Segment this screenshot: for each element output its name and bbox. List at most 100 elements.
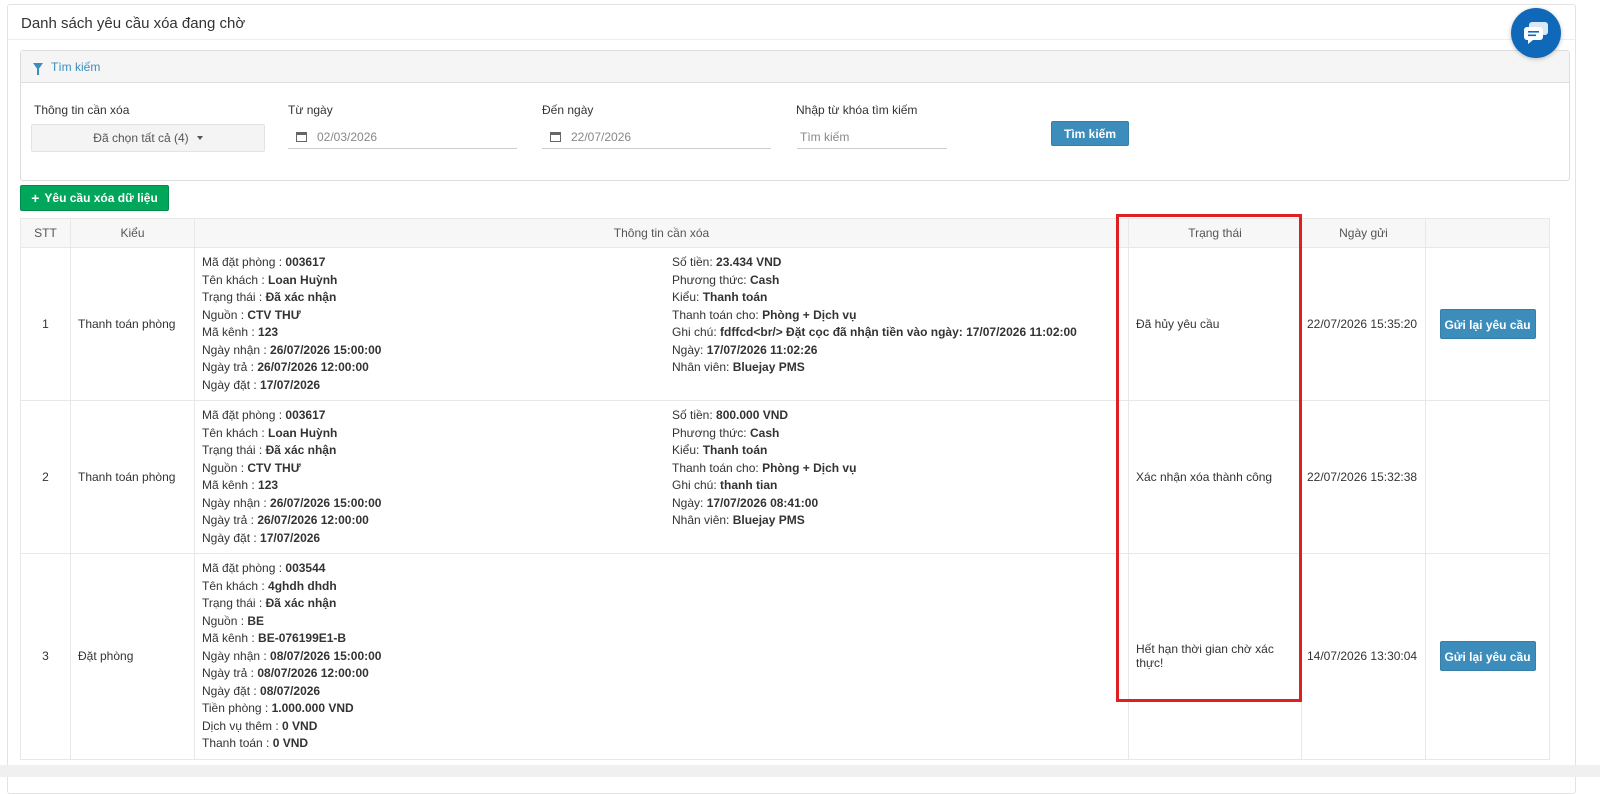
detail-key: Ngày trả : xyxy=(202,513,258,527)
detail-key: Trạng thái : xyxy=(202,596,266,610)
detail-key: Ngày đặt : xyxy=(202,683,261,698)
row-sent-date: 22/07/2026 15:32:38 xyxy=(1301,400,1426,554)
detail-value: 0 VND xyxy=(272,736,309,750)
detail-key: Thanh toán cho: xyxy=(672,460,763,475)
detail-line: Ngày trả : 26/07/2026 12:00:00 xyxy=(202,512,672,530)
add-delete-request-label: Yêu cầu xóa dữ liệu xyxy=(44,191,158,205)
chat-button[interactable] xyxy=(1511,8,1561,58)
row-kind: Thanh toán phòng xyxy=(70,247,195,401)
detail-line: Mã kênh : BE-076199E1-B xyxy=(202,630,672,648)
payment-details xyxy=(672,560,1121,753)
header-info: Thông tin cần xóa xyxy=(194,218,1129,248)
row-info: Mã đặt phòng : 003617 Tên khách : Loan Hu… xyxy=(194,247,1129,401)
detail-value: 1.000.000 VND xyxy=(271,701,354,715)
row-info-columns: Mã đặt phòng : 003617 Tên khách : Loan Hu… xyxy=(202,407,1121,547)
info-filter-value: Đã chọn tất cả (4) xyxy=(93,131,189,145)
detail-key: Tiền phòng : xyxy=(202,701,272,715)
detail-key: Trạng thái : xyxy=(202,290,266,304)
detail-key: Phương thức: xyxy=(672,425,750,440)
detail-value: Loan Huỳnh xyxy=(268,272,338,287)
add-delete-request-button[interactable]: + Yêu cầu xóa dữ liệu xyxy=(20,185,169,211)
detail-line: Số tiền: 800.000 VND xyxy=(672,407,1121,425)
detail-key: Ngày nhận : xyxy=(202,495,271,510)
detail-line: Ngày đặt : 17/07/2026 xyxy=(202,530,672,548)
info-filter-label: Thông tin cần xóa xyxy=(34,103,130,117)
detail-value: CTV THƯ xyxy=(247,307,301,322)
search-button[interactable]: Tìm kiếm xyxy=(1051,121,1129,146)
row-sent-date: 22/07/2026 15:35:20 xyxy=(1301,247,1426,401)
detail-line: Tên khách : Loan Huỳnh xyxy=(202,425,672,443)
row-status: Hết hạn thời gian chờ xác thực! xyxy=(1128,553,1302,760)
row-kind: Thanh toán phòng xyxy=(70,400,195,554)
horizontal-scrollbar[interactable] xyxy=(0,765,1600,777)
info-filter-dropdown[interactable]: Đã chọn tất cả (4) xyxy=(31,124,265,152)
detail-value: 08/07/2026 15:00:00 xyxy=(270,648,382,663)
to-date-field[interactable]: 22/07/2026 xyxy=(542,125,771,149)
detail-value: 17/07/2026 xyxy=(260,377,321,392)
detail-line: Thanh toán : 0 VND xyxy=(202,735,672,753)
row-kind: Đặt phòng xyxy=(70,553,195,760)
payment-details: Số tiền: 23.434 VND Phương thức: Cash Kiểu… xyxy=(672,254,1121,394)
chat-icon xyxy=(1524,22,1548,44)
page-title: Danh sách yêu cầu xóa đang chờ xyxy=(21,15,246,32)
detail-key: Kiểu: xyxy=(672,443,703,457)
detail-line: Ngày: 17/07/2026 11:02:26 xyxy=(672,342,1121,360)
resend-request-button[interactable]: Gửi lại yêu cầu xyxy=(1439,641,1536,672)
detail-value: 800.000 VND xyxy=(716,408,789,422)
detail-line: Mã đặt phòng : 003617 xyxy=(202,254,672,272)
detail-value: Cash xyxy=(749,272,780,287)
detail-line: Ngày trả : 26/07/2026 12:00:00 xyxy=(202,359,672,377)
search-panel-title: Tìm kiếm xyxy=(51,59,101,74)
row-info-columns: Mã đặt phòng : 003617 Tên khách : Loan Hu… xyxy=(202,254,1121,394)
booking-details: Mã đặt phòng : 003617 Tên khách : Loan Hu… xyxy=(202,407,672,547)
detail-line: Mã kênh : 123 xyxy=(202,477,672,495)
resend-request-button[interactable]: Gửi lại yêu cầu xyxy=(1439,309,1536,339)
table-row: 1 Thanh toán phòng Mã đặt phòng : 003617 Tê… xyxy=(20,247,1550,401)
detail-value: 17/07/2026 xyxy=(260,530,321,545)
detail-key: Thanh toán cho: xyxy=(672,307,763,322)
detail-value: fdffcd<br/> Đặt cọc đã nhận tiền vào ngà… xyxy=(720,325,1077,339)
search-panel: Tìm kiếm Thông tin cần xóa Đã chọn tất c… xyxy=(20,50,1570,181)
detail-value: Đã xác nhận xyxy=(265,596,337,610)
detail-key: Phương thức: xyxy=(672,272,750,287)
payment-details: Số tiền: 800.000 VND Phương thức: Cash Kiể… xyxy=(672,407,1121,547)
detail-line: Trạng thái : Đã xác nhận xyxy=(202,595,672,613)
detail-key: Số tiền: xyxy=(672,255,717,269)
header-kind: Kiểu xyxy=(70,218,195,248)
plus-icon: + xyxy=(31,190,40,206)
detail-key: Ngày: xyxy=(672,495,707,510)
detail-key: Tên khách : xyxy=(202,272,269,287)
detail-value: 4ghdh dhdh xyxy=(268,578,337,593)
detail-value: Bluejay PMS xyxy=(732,360,805,374)
detail-key: Ghi chú: xyxy=(672,478,721,492)
detail-value: BE xyxy=(247,613,265,628)
from-date-value: 02/03/2026 xyxy=(317,129,378,144)
detail-line: Nhân viên: Bluejay PMS xyxy=(672,359,1121,377)
to-date-value: 22/07/2026 xyxy=(571,129,632,144)
detail-line: Kiểu: Thanh toán xyxy=(672,289,1121,307)
detail-line: Dịch vụ thêm : 0 VND xyxy=(202,718,672,736)
calendar-icon xyxy=(296,131,307,142)
detail-value: CTV THƯ xyxy=(247,460,301,475)
row-action: Gửi lại yêu cầu xyxy=(1425,247,1550,401)
detail-value: Phòng + Dịch vụ xyxy=(762,460,857,475)
row-action xyxy=(1425,400,1550,554)
detail-key: Ngày nhận : xyxy=(202,342,271,357)
title-divider xyxy=(8,39,1575,40)
search-panel-header[interactable]: Tìm kiếm xyxy=(21,51,1569,83)
detail-key: Mã đặt phòng : xyxy=(202,408,286,422)
from-date-field[interactable]: 02/03/2026 xyxy=(288,125,517,149)
keyword-search-input[interactable] xyxy=(797,125,947,149)
detail-line: Phương thức: Cash xyxy=(672,272,1121,290)
detail-value: 0 VND xyxy=(282,718,318,733)
row-status: Xác nhận xóa thành công xyxy=(1128,400,1302,554)
detail-line: Thanh toán cho: Phòng + Dịch vụ xyxy=(672,460,1121,478)
detail-value: Thanh toán xyxy=(702,290,768,304)
detail-key: Mã kênh : xyxy=(202,478,259,492)
booking-details: Mã đặt phòng : 003544 Tên khách : 4ghdh d… xyxy=(202,560,672,753)
detail-value: 26/07/2026 12:00:00 xyxy=(257,513,369,527)
detail-key: Nhân viên: xyxy=(672,513,733,527)
detail-line: Ngày nhận : 26/07/2026 15:00:00 xyxy=(202,342,672,360)
detail-line: Mã đặt phòng : 003617 xyxy=(202,407,672,425)
row-info: Mã đặt phòng : 003544 Tên khách : 4ghdh d… xyxy=(194,553,1129,760)
